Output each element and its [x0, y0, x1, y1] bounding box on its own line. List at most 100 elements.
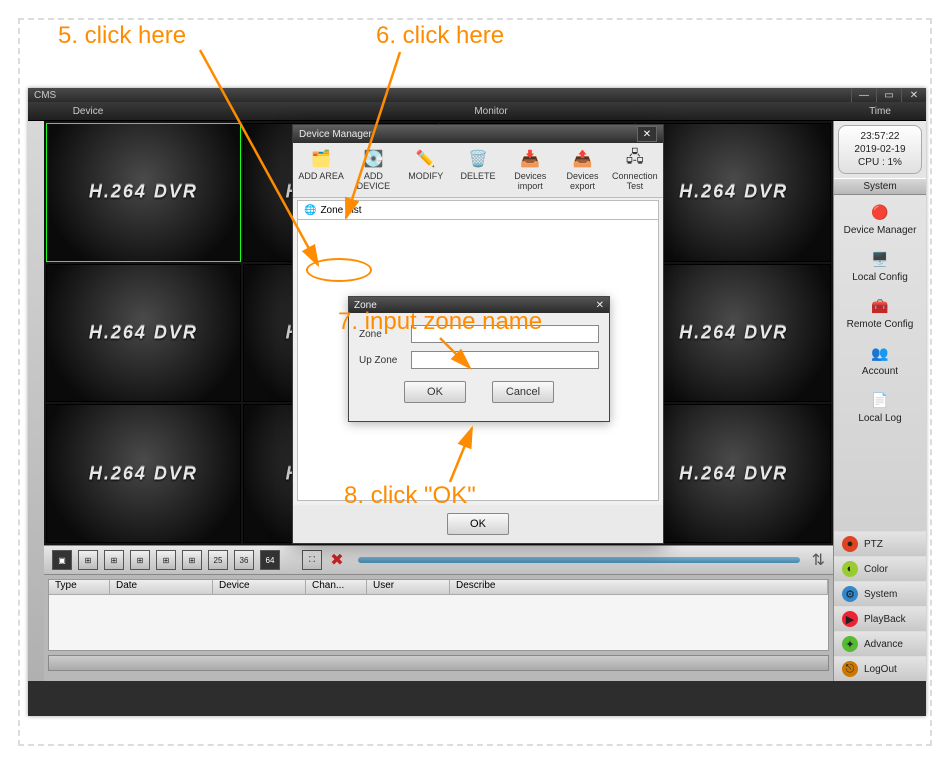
users-icon: 👥: [869, 342, 891, 364]
add-device-button[interactable]: 💽ADD DEVICE: [349, 149, 397, 191]
video-cell[interactable]: H.264 DVR: [636, 264, 831, 403]
pencil-icon: ✏️: [414, 149, 438, 169]
system-button[interactable]: ⚙System: [834, 581, 926, 606]
sys-label: Local Log: [858, 413, 901, 424]
layout-btn[interactable]: ⊞: [104, 550, 124, 570]
scroll-arrows-icon[interactable]: ⇅: [812, 550, 825, 570]
header-row: Device Monitor Time: [28, 102, 926, 121]
titlebar: CMS — ▭ ✕: [28, 88, 926, 102]
zone-list-root[interactable]: 🌐 Zone List: [297, 200, 659, 220]
layout-btn[interactable]: 36: [234, 550, 254, 570]
tb-label: MODIFY: [408, 171, 443, 181]
cell-label: H.264 DVR: [637, 463, 830, 484]
clock-date: 2019-02-19: [839, 143, 921, 156]
layout-btn[interactable]: 25: [208, 550, 228, 570]
ptz-button[interactable]: ● PTZ: [834, 531, 926, 556]
sys-account[interactable]: 👥Account: [834, 336, 926, 383]
ptz-icon: ●: [842, 536, 858, 552]
layout-btn[interactable]: ⊞: [78, 550, 98, 570]
connection-test-button[interactable]: 🖧Connection Test: [611, 149, 659, 191]
video-cell[interactable]: H.264 DVR: [636, 404, 831, 543]
video-cell[interactable]: H.264 DVR: [636, 123, 831, 262]
folder-icon: 🗂️: [309, 149, 333, 169]
sys-label: Remote Config: [847, 319, 914, 330]
status-bar: [48, 655, 829, 671]
zone-close-button[interactable]: ✕: [596, 300, 604, 311]
video-cell[interactable]: H.264 DVR: [46, 404, 241, 543]
tb-label: ADD DEVICE: [349, 171, 397, 191]
modify-button[interactable]: ✏️ MODIFY: [402, 149, 450, 191]
dialog-ok-button[interactable]: OK: [447, 513, 509, 535]
tb-label: Devices import: [506, 171, 554, 191]
sys-local-log[interactable]: 📄Local Log: [834, 383, 926, 430]
clock-time: 23:57:22: [839, 130, 921, 143]
clock: 23:57:22 2019-02-19 CPU : 1%: [838, 125, 922, 174]
zone-cancel-button[interactable]: Cancel: [492, 381, 554, 403]
advance-button[interactable]: ✦ Advance: [834, 631, 926, 656]
layout-btn[interactable]: ⊞: [130, 550, 150, 570]
layout-btn[interactable]: 64: [260, 550, 280, 570]
zone-ok-button[interactable]: OK: [404, 381, 466, 403]
delete-button[interactable]: 🗑️DELETE: [454, 149, 502, 191]
sys-local-config[interactable]: 🖥️ Local Config: [834, 242, 926, 289]
zone-list-label: Zone List: [320, 205, 361, 216]
playback-button[interactable]: ▶PlayBack: [834, 606, 926, 631]
toolbox-icon: 🧰: [869, 295, 891, 317]
dialog-close-button[interactable]: ✕: [637, 126, 657, 142]
right-panel: 23:57:22 2019-02-19 CPU : 1% System 🔴Dev…: [833, 121, 926, 681]
sys-label: Local Config: [852, 272, 908, 283]
video-cell[interactable]: H.264 DVR: [46, 123, 241, 262]
rbtn-label: LogOut: [864, 664, 897, 675]
cell-label: H.264 DVR: [47, 182, 240, 203]
log-col: Device: [213, 580, 306, 594]
layout-btn[interactable]: ▣: [52, 550, 72, 570]
cell-label: H.264 DVR: [637, 182, 830, 203]
fullscreen-btn[interactable]: ⛶: [302, 550, 322, 570]
logout-button[interactable]: ⎋LogOut: [834, 656, 926, 681]
minimize-button[interactable]: —: [851, 88, 876, 102]
up-zone-label: Up Zone: [359, 355, 405, 366]
zone-title: Zone: [354, 300, 377, 311]
rbtn-label: Advance: [864, 639, 903, 650]
log-col: Type: [49, 580, 110, 594]
devices-import-button[interactable]: 📥Devices import: [506, 149, 554, 191]
add-area-button[interactable]: 🗂️ ADD AREA: [297, 149, 345, 191]
advance-icon: ✦: [842, 636, 858, 652]
monitor-icon: 🖥️: [869, 248, 891, 270]
up-zone-input[interactable]: [411, 351, 599, 369]
zone-input[interactable]: [411, 325, 599, 343]
header-device: Device: [28, 106, 148, 117]
devices-export-button[interactable]: 📤Devices export: [558, 149, 606, 191]
rbtn-label: Color: [864, 564, 888, 575]
record-icon: 🔴: [869, 201, 891, 223]
volume-slider[interactable]: [358, 557, 800, 563]
header-monitor: Monitor: [148, 106, 834, 117]
maximize-button[interactable]: ▭: [876, 88, 901, 102]
tb-label: ADD AREA: [298, 171, 344, 181]
zone-dialog: Zone ✕ Zone Up Zone OK Cancel: [348, 296, 610, 422]
gear-icon: ⚙: [842, 586, 858, 602]
log-col: Chan...: [306, 580, 367, 594]
rbtn-label: PTZ: [864, 539, 883, 550]
left-gutter: [28, 121, 44, 681]
window-controls: — ▭ ✕: [851, 88, 926, 102]
zone-row: Zone: [359, 325, 599, 343]
layout-toolbar: ▣ ⊞ ⊞ ⊞ ⊞ ⊞ 25 36 64 ⛶ ✖ ⇅: [44, 545, 833, 575]
zone-label: Zone: [359, 329, 405, 340]
app-title: CMS: [34, 90, 56, 101]
sys-remote-config[interactable]: 🧰 Remote Config: [834, 289, 926, 336]
sys-device-manager[interactable]: 🔴Device Manager: [834, 195, 926, 242]
layout-btn[interactable]: ⊞: [182, 550, 202, 570]
close-button[interactable]: ✕: [901, 88, 926, 102]
video-cell[interactable]: H.264 DVR: [46, 264, 241, 403]
zone-body: Zone Up Zone OK Cancel: [349, 313, 609, 421]
color-button[interactable]: ◐Color: [834, 556, 926, 581]
dashed-frame: CMS — ▭ ✕ Device Monitor Time H.264 DVR …: [18, 18, 932, 746]
trash-icon: 🗑️: [466, 149, 490, 169]
system-title: System: [834, 178, 926, 195]
header-time: Time: [834, 106, 926, 117]
disconnect-btn[interactable]: ✖: [328, 551, 346, 569]
layout-btn[interactable]: ⊞: [156, 550, 176, 570]
log-col: Date: [110, 580, 213, 594]
tb-label: Connection Test: [611, 171, 659, 191]
